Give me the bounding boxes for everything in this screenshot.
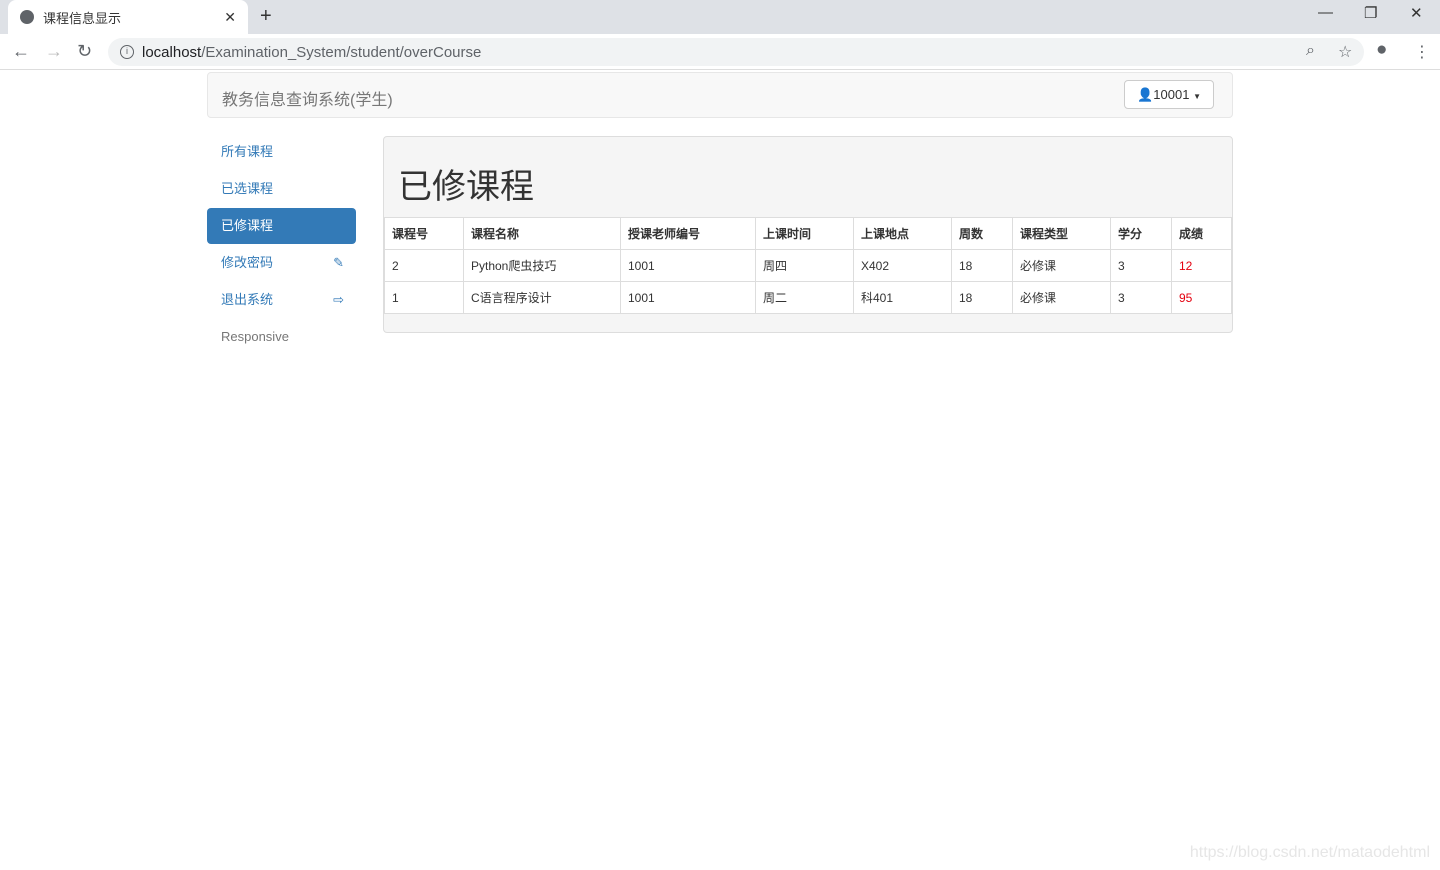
back-icon[interactable]: ← (12, 41, 30, 62)
courses-table: 课程号 课程名称 授课老师编号 上课时间 上课地点 周数 课程类型 学分 成绩 2 Python爬… (384, 217, 1232, 314)
table-cell: 科401 (853, 281, 952, 314)
column-header: 授课老师编号 (620, 217, 756, 250)
navbar: 教务信息查询系统(学生) 👤10001 ▼ (207, 72, 1233, 118)
sidebar-item-label: 退出系统 (221, 292, 274, 307)
table-cell: 18 (951, 249, 1013, 282)
column-header: 课程类型 (1012, 217, 1111, 250)
pencil-icon: ✎ (333, 255, 344, 270)
page-title: 已修课程 (398, 168, 534, 206)
sidebar-item-label: 所有课程 (221, 144, 274, 159)
info-icon[interactable]: i (120, 45, 134, 59)
sidebar-item-label: 修改密码 (221, 255, 274, 270)
sidebar-item-selected-courses[interactable]: 已选课程 (207, 171, 356, 207)
restore-icon[interactable]: ❐ (1364, 4, 1377, 22)
table-row: 1 C语言程序设计 1001 周二 科401 18 必修课 3 95 (384, 281, 1232, 314)
column-header: 课程名称 (463, 217, 621, 250)
column-header: 周数 (951, 217, 1013, 250)
sidebar-item-label: 已修课程 (221, 218, 274, 233)
tab-bar: 课程信息显示 ✕ + — ❐ ✕ (0, 0, 1440, 34)
globe-icon (20, 10, 34, 24)
column-header: 上课地点 (853, 217, 952, 250)
browser-toolbar: ← → ↻ i localhost /Examination_System/st… (0, 34, 1440, 70)
caret-down-icon: ▼ (1193, 92, 1201, 101)
table-cell: 周二 (755, 281, 854, 314)
watermark: https://blog.csdn.net/mataodehtml (1189, 844, 1430, 861)
browser-tab[interactable]: 课程信息显示 ✕ (8, 0, 248, 34)
table-cell: 2 (384, 249, 464, 282)
table-cell: 3 (1110, 249, 1172, 282)
sidebar-item-label: 已选课程 (221, 181, 274, 196)
sidebar-item-responsive[interactable]: Responsive (207, 319, 356, 355)
user-icon: 👤 (1137, 87, 1154, 102)
logout-icon: ⇨ (333, 292, 344, 307)
url-path: /Examination_System/student/overCourse (201, 43, 482, 61)
score-cell: 95 (1171, 281, 1232, 314)
minimize-icon[interactable]: — (1318, 4, 1333, 21)
forward-icon[interactable]: → (45, 41, 63, 62)
url-host: localhost (142, 43, 202, 61)
table-cell: 1001 (620, 249, 756, 282)
user-id: 10001 (1153, 87, 1190, 102)
sidebar: 所有课程 已选课程 已修课程 修改密码 ✎ 退出系统 ⇨ Responsive (207, 134, 356, 356)
sidebar-item-logout[interactable]: 退出系统 ⇨ (207, 282, 356, 318)
table-cell: Python爬虫技巧 (463, 249, 621, 282)
sidebar-item-change-password[interactable]: 修改密码 ✎ (207, 245, 356, 281)
profile-icon[interactable]: ● (1376, 39, 1387, 61)
new-tab-icon[interactable]: + (260, 5, 272, 28)
courses-panel: 已修课程 课程号 课程名称 授课老师编号 上课时间 上课地点 周数 课程类型 学分 成绩 2 Py… (383, 136, 1233, 333)
table-cell: 18 (951, 281, 1013, 314)
table-cell: 1 (384, 281, 464, 314)
zoom-icon[interactable]: ⌕ (1306, 42, 1315, 60)
table-cell: X402 (853, 249, 952, 282)
table-header-row: 课程号 课程名称 授课老师编号 上课时间 上课地点 周数 课程类型 学分 成绩 (384, 217, 1232, 250)
column-header: 课程号 (384, 217, 464, 250)
table-cell: 周四 (755, 249, 854, 282)
sidebar-item-all-courses[interactable]: 所有课程 (207, 134, 356, 170)
table-cell: 必修课 (1012, 281, 1111, 314)
table-cell: 1001 (620, 281, 756, 314)
column-header: 上课时间 (755, 217, 854, 250)
table-cell: C语言程序设计 (463, 281, 621, 314)
table-row: 2 Python爬虫技巧 1001 周四 X402 18 必修课 3 12 (384, 249, 1232, 282)
column-header: 学分 (1110, 217, 1172, 250)
sidebar-item-label: Responsive (221, 329, 289, 344)
close-tab-icon[interactable]: ✕ (224, 9, 236, 26)
close-window-icon[interactable]: ✕ (1410, 4, 1423, 22)
user-dropdown-button[interactable]: 👤10001 ▼ (1124, 80, 1214, 109)
table-cell: 必修课 (1012, 249, 1111, 282)
score-cell: 12 (1171, 249, 1232, 282)
reload-icon[interactable]: ↻ (77, 41, 92, 62)
address-bar[interactable]: i localhost /Examination_System/student/… (108, 38, 1364, 66)
menu-icon[interactable]: ⋮ (1414, 42, 1430, 62)
table-cell: 3 (1110, 281, 1172, 314)
brand[interactable]: 教务信息查询系统(学生) (222, 86, 393, 110)
star-icon[interactable]: ☆ (1338, 42, 1352, 62)
column-header: 成绩 (1171, 217, 1232, 250)
sidebar-item-completed-courses[interactable]: 已修课程 (207, 208, 356, 244)
tab-title: 课程信息显示 (43, 10, 122, 26)
